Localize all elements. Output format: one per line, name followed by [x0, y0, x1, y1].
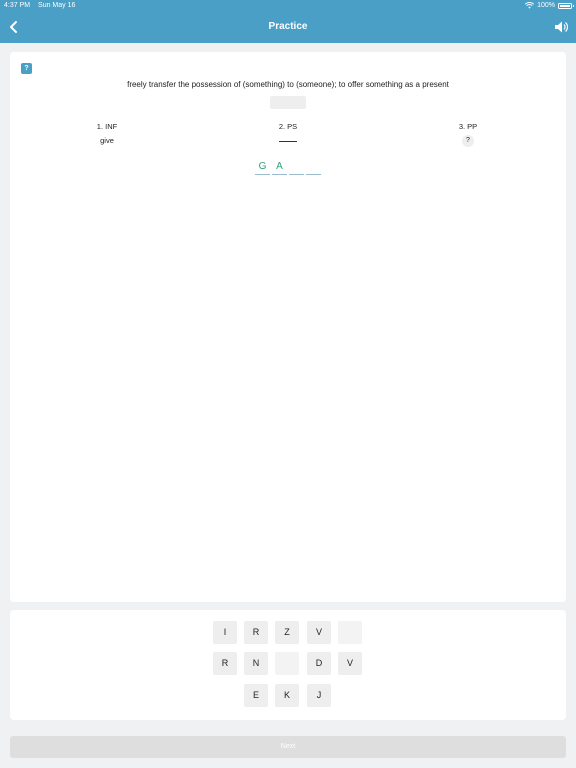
letter-key[interactable]: V [338, 652, 362, 675]
answer-input[interactable]: G A [255, 160, 323, 175]
app-header: 4:37 PM Sun May 16 100% Practice [0, 0, 576, 43]
status-bar: 4:37 PM Sun May 16 100% [0, 0, 576, 12]
letter-key[interactable]: Z [275, 621, 299, 644]
blank-line [279, 134, 297, 142]
form-infinitive: 1. INF give [67, 122, 147, 145]
letter-key[interactable]: R [213, 652, 237, 675]
letter-key[interactable]: D [307, 652, 331, 675]
letter-key[interactable]: N [244, 652, 268, 675]
letter-key[interactable]: K [275, 684, 299, 707]
definition-text: freely transfer the possession of (somet… [127, 80, 449, 89]
letter-key-used[interactable] [275, 652, 299, 675]
battery-icon [558, 2, 574, 9]
form-label: 3. PP [458, 122, 478, 131]
status-time: 4:37 PM [4, 2, 31, 9]
form-past-participle: 3. PP ? [428, 122, 508, 147]
letter-key[interactable]: E [244, 684, 268, 707]
form-label: 2. PS [278, 122, 298, 131]
form-past-simple: 2. PS [248, 122, 328, 144]
battery-percent: 100% [537, 2, 555, 9]
status-date: Sun May 16 [38, 2, 76, 9]
placeholder-pill [270, 96, 306, 109]
letter-key[interactable]: I [213, 621, 237, 644]
answer-slot[interactable] [306, 160, 321, 175]
answer-slot[interactable]: A [272, 160, 287, 175]
letter-keyboard: I R Z V R N D V E K J [10, 610, 566, 720]
wifi-icon [525, 2, 535, 9]
speaker-icon[interactable] [554, 20, 568, 34]
form-value: give [100, 136, 114, 145]
letter-key[interactable]: R [244, 621, 268, 644]
answer-slot[interactable] [289, 160, 304, 175]
letter-key[interactable]: J [307, 684, 331, 707]
letter-key-used[interactable] [338, 621, 362, 644]
form-label: 1. INF [96, 122, 118, 131]
answer-slot[interactable]: G [255, 160, 270, 175]
hint-icon[interactable]: ? [21, 63, 32, 74]
next-button[interactable]: Next [10, 736, 566, 758]
question-card: ? freely transfer the possession of (som… [10, 52, 566, 602]
letter-key[interactable]: V [307, 621, 331, 644]
page-title: Practice [268, 21, 308, 32]
question-bubble: ? [462, 135, 474, 147]
